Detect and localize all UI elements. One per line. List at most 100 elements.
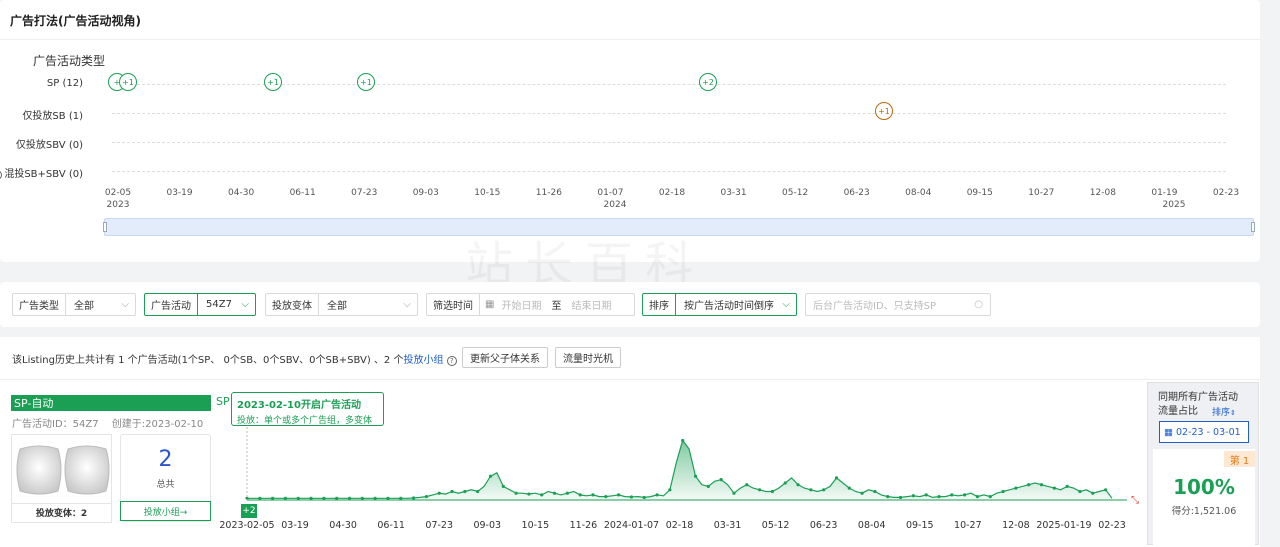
ad-type-select[interactable]: 广告类型 全部 ⌵ [12, 293, 136, 316]
data-point[interactable] [719, 478, 723, 482]
campaign-select[interactable]: 广告活动 54Z7 ⌵ [144, 293, 256, 316]
data-point[interactable] [1103, 488, 1108, 492]
data-point[interactable] [693, 474, 698, 478]
data-point[interactable] [975, 495, 980, 499]
data-point[interactable] [1027, 483, 1031, 487]
data-point[interactable] [860, 491, 864, 495]
date-range-picker[interactable]: 筛选时间 ▦ 开始日期 至 结束日期 [426, 293, 635, 316]
data-point[interactable] [540, 493, 544, 497]
campaign-search-input[interactable]: 后台广告活动ID、只支持SP ○ [805, 293, 991, 316]
axis-tick: 10-15 [474, 188, 501, 198]
data-point[interactable] [604, 495, 608, 499]
data-point[interactable] [386, 496, 390, 500]
data-point[interactable] [873, 489, 877, 494]
data-point[interactable] [258, 496, 262, 500]
data-point[interactable] [322, 496, 326, 500]
data-point[interactable] [834, 476, 839, 480]
data-point[interactable] [655, 493, 659, 497]
data-point[interactable] [476, 489, 480, 494]
data-point[interactable] [822, 488, 826, 492]
data-point[interactable] [911, 494, 915, 498]
sp-marker[interactable]: +1 [264, 73, 282, 91]
data-point[interactable] [411, 496, 416, 500]
data-point[interactable] [347, 496, 352, 500]
data-point[interactable] [1078, 489, 1082, 494]
data-point[interactable] [1001, 489, 1005, 494]
event-badge[interactable]: +2 [241, 504, 257, 518]
data-point[interactable] [796, 483, 800, 487]
data-point[interactable] [527, 492, 531, 496]
sp-marker[interactable]: +1 [357, 73, 375, 91]
data-point[interactable] [617, 493, 621, 497]
data-point[interactable] [950, 493, 954, 497]
share-title-line2: 流量占比 [1158, 406, 1198, 417]
search-icon[interactable]: ○ [974, 299, 990, 310]
rank-badge: 第 1 [1224, 451, 1255, 467]
start-date-input[interactable]: 开始日期 [497, 297, 545, 312]
panel-title: 广告打法(广告活动视角) [10, 14, 141, 28]
axis-tick: 11-26 [535, 188, 562, 198]
x-tick-label: 06-11 [377, 520, 405, 531]
data-point[interactable] [565, 491, 569, 495]
sp-marker[interactable]: +1 [119, 73, 137, 91]
data-point[interactable] [360, 496, 364, 500]
scroll-handle-right[interactable] [1251, 222, 1255, 232]
data-point[interactable] [1091, 491, 1095, 495]
data-point[interactable] [552, 491, 557, 495]
data-point[interactable] [1039, 483, 1044, 487]
data-point[interactable] [424, 495, 429, 499]
data-point[interactable] [271, 496, 275, 500]
data-point[interactable] [1014, 486, 1018, 490]
data-point[interactable] [642, 495, 646, 500]
data-point[interactable] [463, 489, 467, 494]
data-point[interactable] [988, 495, 992, 499]
data-point[interactable] [296, 496, 300, 500]
data-point[interactable] [886, 495, 890, 499]
data-point[interactable] [309, 496, 313, 500]
sp-marker[interactable]: +2 [699, 73, 717, 91]
data-point[interactable] [809, 488, 813, 492]
sort-select[interactable]: 排序 按广告活动时间倒序 ⌵ [642, 293, 797, 316]
row-label-sbv: 仅投放SBV (0) [15, 140, 83, 151]
data-point[interactable] [335, 496, 339, 500]
data-point[interactable] [1052, 486, 1056, 490]
data-point[interactable] [732, 491, 736, 495]
data-point[interactable] [937, 495, 941, 499]
row-label-sb: 仅投放SB (1) [22, 111, 83, 122]
data-point[interactable] [706, 484, 710, 488]
data-point[interactable] [963, 493, 967, 497]
data-point[interactable] [1065, 484, 1069, 488]
question-circle-icon[interactable]: ? [0, 170, 3, 180]
axis-tick: 07-23 [351, 188, 378, 198]
data-point[interactable] [488, 474, 493, 478]
data-point[interactable] [591, 493, 595, 497]
data-point[interactable] [437, 491, 441, 495]
data-point[interactable] [783, 481, 787, 485]
data-point[interactable] [668, 488, 672, 492]
data-point[interactable] [283, 496, 288, 500]
collapse-icon[interactable]: ⤡ [1131, 495, 1139, 506]
data-point[interactable] [373, 496, 377, 500]
variant-select[interactable]: 投放变体 全部 ⌵ [265, 293, 418, 316]
data-point[interactable] [745, 483, 749, 487]
data-point[interactable] [847, 486, 851, 490]
row-label-mixed-text: 混投SB+SBV (0) [4, 169, 83, 180]
data-point[interactable] [629, 495, 634, 499]
data-point[interactable] [450, 489, 454, 494]
x-tick-label: 10-27 [954, 520, 982, 531]
data-point[interactable] [578, 493, 582, 497]
data-point[interactable] [514, 491, 518, 495]
data-point[interactable] [399, 496, 403, 500]
share-sort[interactable]: 排序⇕ [1212, 405, 1236, 418]
share-date-range[interactable]: ▦ 02-23 - 03-01 [1159, 421, 1249, 443]
data-point[interactable] [770, 489, 775, 494]
data-point[interactable] [924, 493, 928, 497]
data-point[interactable] [681, 438, 685, 443]
end-date-input[interactable]: 结束日期 [567, 297, 615, 312]
data-point[interactable] [757, 488, 762, 492]
sb-marker[interactable]: +1 [875, 102, 893, 120]
data-point[interactable] [501, 484, 505, 488]
data-point[interactable] [898, 495, 903, 500]
scroll-handle-left[interactable] [103, 222, 107, 232]
axis-year: 2024 [603, 200, 627, 210]
